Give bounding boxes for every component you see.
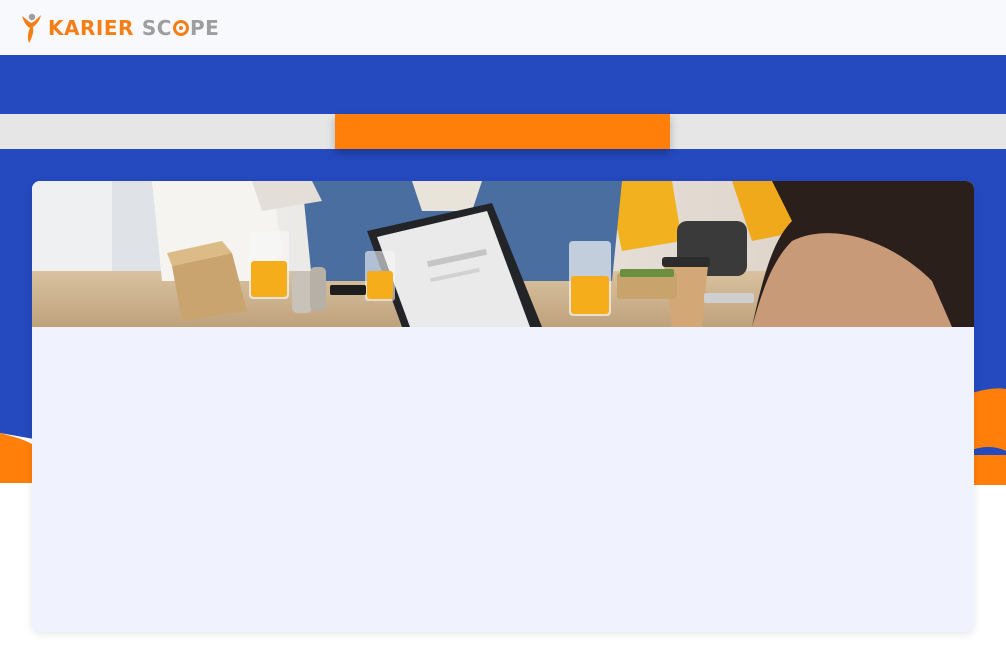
logo-word-scope: SC PE xyxy=(142,16,219,40)
logo-scope-suffix: PE xyxy=(189,15,220,40)
card-body xyxy=(32,327,974,632)
page: KARIER SC PE xyxy=(0,0,1006,662)
person-flame-logo-icon xyxy=(22,13,41,43)
tab-bar xyxy=(0,114,1006,149)
content-card xyxy=(32,181,974,632)
logo-word-karier: KARIER xyxy=(48,15,134,40)
logo-scope-prefix: SC xyxy=(141,15,172,40)
header: KARIER SC PE xyxy=(0,0,1006,55)
logo-wordmark: KARIER SC PE xyxy=(48,16,219,40)
hero-photo xyxy=(32,181,974,327)
tab-right[interactable] xyxy=(670,114,1006,149)
tab-left[interactable] xyxy=(0,114,335,149)
target-icon xyxy=(172,19,189,36)
brand-logo[interactable]: KARIER SC PE xyxy=(18,12,219,44)
tab-active[interactable] xyxy=(335,114,670,149)
office-meeting-photo xyxy=(32,181,974,327)
